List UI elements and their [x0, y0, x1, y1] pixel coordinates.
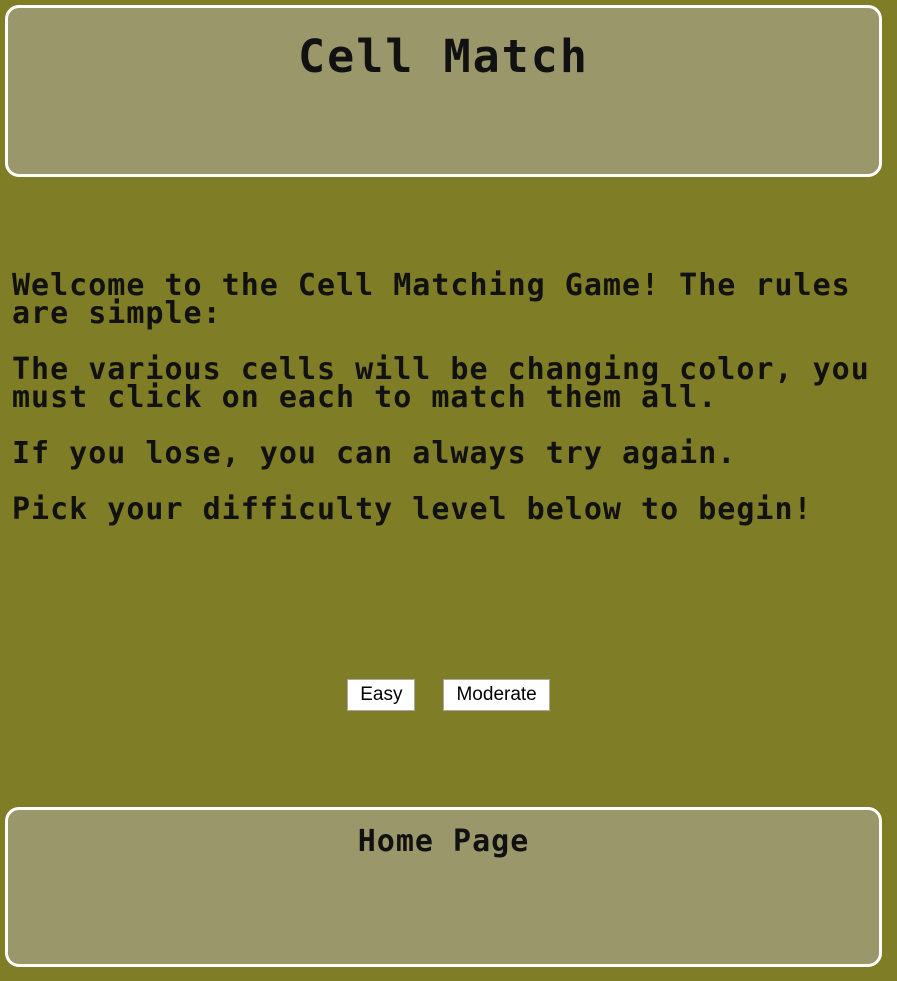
welcome-text: Welcome to the Cell Matching Game! The r…: [12, 268, 851, 331]
header-panel: Cell Match: [5, 5, 882, 177]
retry-text: If you lose, you can always try again.: [12, 436, 737, 471]
easy-button[interactable]: Easy: [347, 679, 416, 711]
footer-panel: Home Page: [5, 807, 882, 967]
home-page-link[interactable]: Home Page: [8, 824, 879, 859]
difficulty-buttons: Easy Moderate: [0, 679, 897, 711]
instructions: Welcome to the Cell Matching Game! The r…: [12, 268, 892, 552]
page-title: Cell Match: [298, 30, 589, 83]
difficulty-prompt: Pick your difficulty level below to begi…: [12, 492, 813, 527]
rules-text: The various cells will be changing color…: [12, 352, 870, 415]
moderate-button[interactable]: Moderate: [443, 679, 550, 711]
